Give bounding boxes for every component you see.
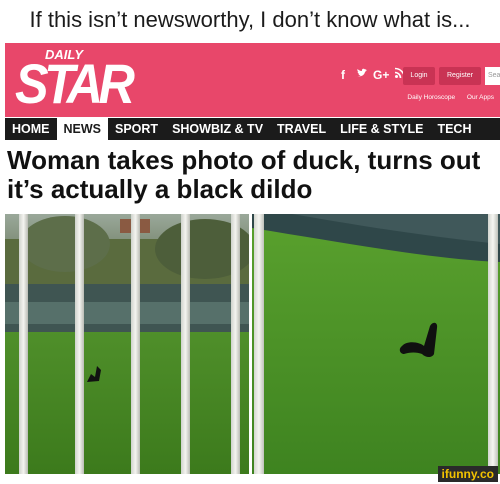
nav-item-life-style[interactable]: LIFE & STYLE bbox=[333, 118, 430, 140]
nav-item-home[interactable]: HOME bbox=[5, 118, 57, 140]
social-links: f G+ bbox=[335, 67, 408, 83]
daily-star-logo[interactable]: DAILY STAR bbox=[13, 47, 135, 115]
article-photo-left bbox=[5, 214, 249, 474]
ifunny-watermark: ifunny.co bbox=[437, 466, 498, 482]
nav-item-tech[interactable]: TECH bbox=[430, 118, 478, 140]
horoscope-link[interactable]: Daily Horoscope bbox=[407, 94, 455, 101]
meme-caption: If this isn’t newsworthy, I don’t know w… bbox=[0, 0, 500, 42]
nav-item-sport[interactable]: SPORT bbox=[108, 118, 165, 140]
masthead: DAILY STAR f G+ Login Register Search Da… bbox=[5, 43, 500, 117]
section-nav: HOME NEWS SPORT SHOWBIZ & TV TRAVEL LIFE… bbox=[5, 118, 500, 140]
apps-link[interactable]: Our Apps bbox=[467, 94, 494, 101]
login-button[interactable]: Login bbox=[403, 67, 435, 85]
register-button[interactable]: Register bbox=[439, 67, 481, 85]
google-plus-icon[interactable]: G+ bbox=[373, 67, 389, 83]
facebook-icon[interactable]: f bbox=[335, 67, 351, 83]
nav-item-news[interactable]: NEWS bbox=[56, 118, 108, 140]
twitter-icon[interactable] bbox=[354, 67, 370, 83]
article-photo-right bbox=[252, 214, 500, 474]
nav-item-travel[interactable]: TRAVEL bbox=[270, 118, 333, 140]
article-headline: Woman takes photo of duck, turns out it’… bbox=[7, 145, 481, 204]
bottom-strip bbox=[0, 474, 500, 484]
nav-item-showbiz-tv[interactable]: SHOWBIZ & TV bbox=[165, 118, 270, 140]
masthead-sublinks: Daily Horoscope Our Apps bbox=[397, 94, 494, 101]
logo-star-text: STAR bbox=[15, 52, 135, 115]
search-input[interactable]: Search bbox=[485, 67, 500, 85]
